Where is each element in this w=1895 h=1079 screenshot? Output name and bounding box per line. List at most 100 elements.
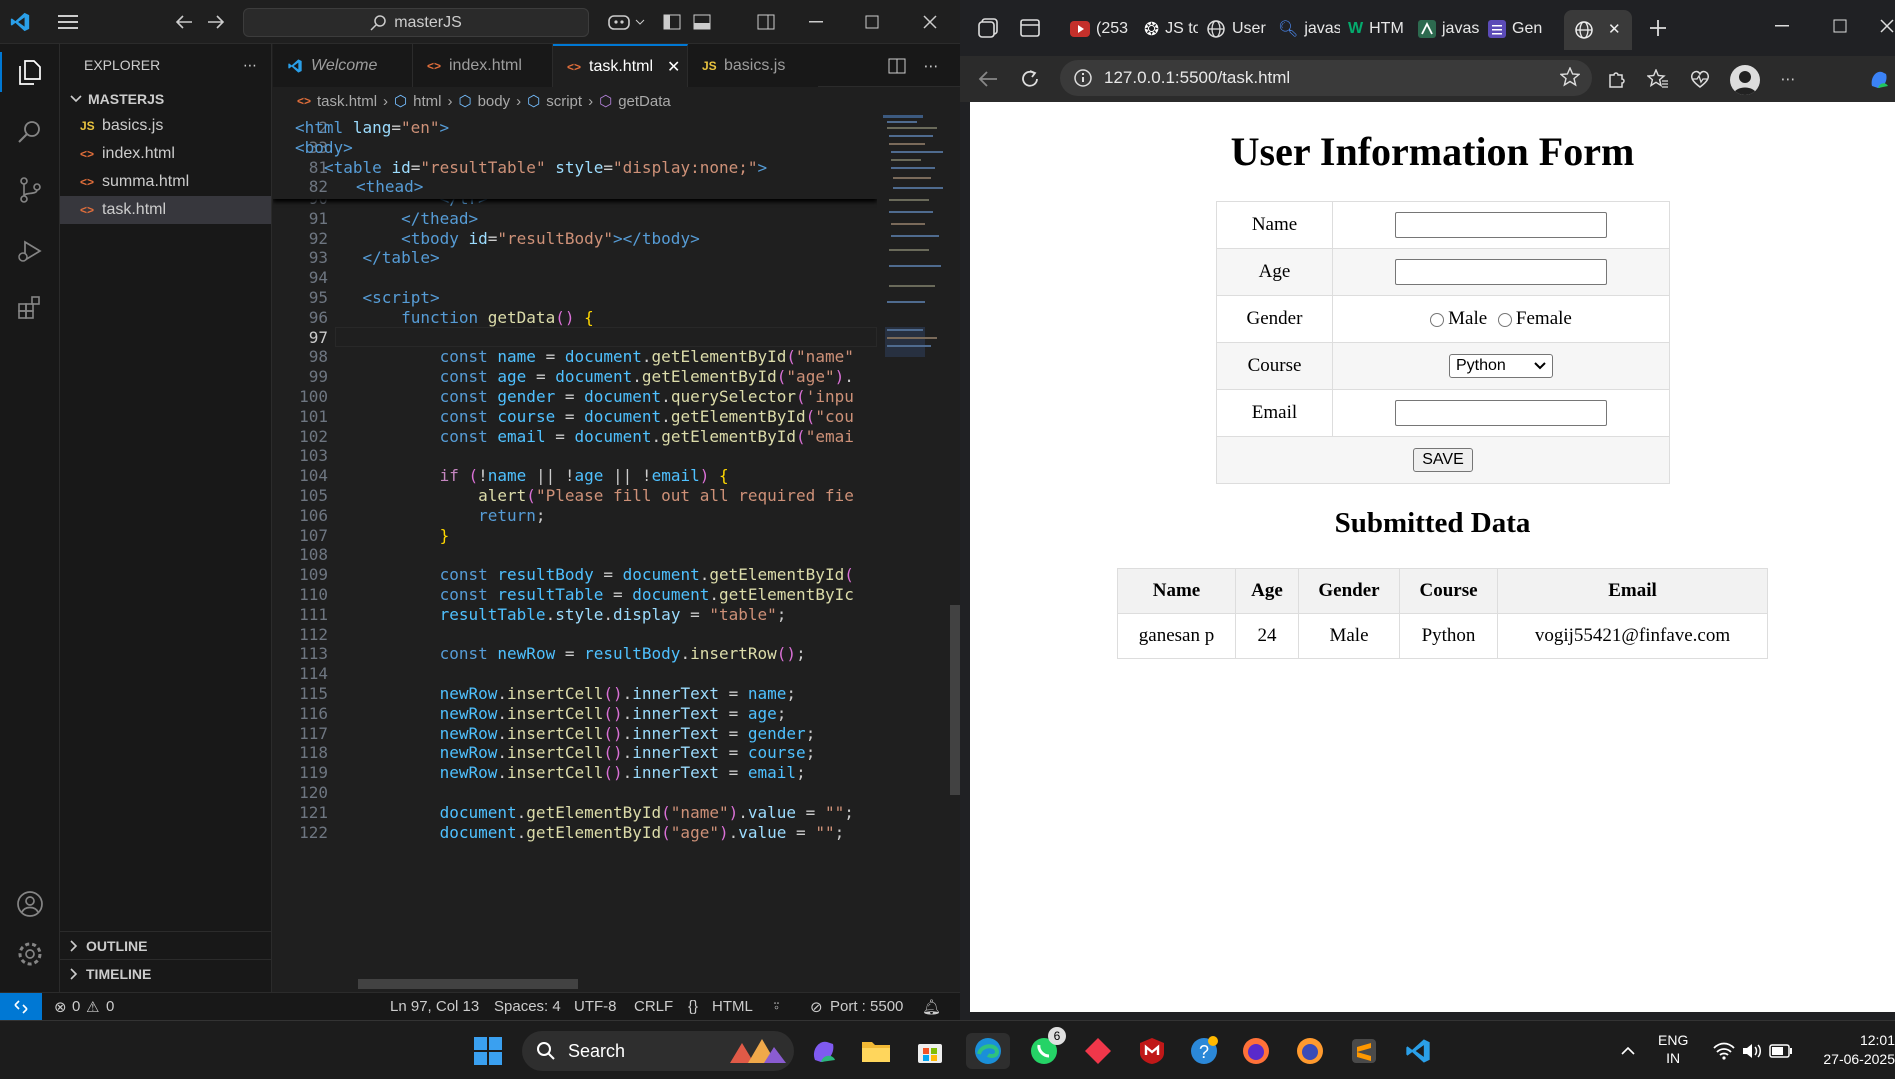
chevron-up-icon[interactable] — [1610, 1033, 1646, 1069]
toggle-primary-sidebar-icon[interactable] — [660, 10, 684, 34]
settings-gear-icon[interactable] — [14, 938, 46, 970]
language-indicator[interactable]: ENG IN — [1658, 1031, 1688, 1067]
volume-icon[interactable] — [1740, 1033, 1764, 1069]
firefox-dev-icon[interactable] — [1292, 1033, 1328, 1069]
close-icon[interactable] — [1880, 14, 1894, 38]
back-arrow-icon[interactable] — [976, 67, 1000, 91]
code-line[interactable]: const gender = document.querySelector('i… — [324, 387, 854, 406]
browser-tab-gen[interactable]: Gen — [1488, 14, 1546, 44]
more-actions-icon[interactable]: ⋯ — [919, 54, 943, 78]
file-summa-html[interactable]: <> summa.html — [60, 168, 271, 196]
code-line[interactable]: document.getElementById("age").value = "… — [324, 823, 845, 842]
copilot-icon[interactable] — [604, 10, 634, 34]
file-basics-js[interactable]: JS basics.js — [60, 112, 271, 140]
command-center-search[interactable]: masterJS — [243, 8, 589, 37]
notifications-bell-icon[interactable]: 🔔︎ — [922, 998, 941, 1016]
outline-section[interactable]: OUTLINE — [60, 931, 272, 959]
battery-icon[interactable] — [1768, 1033, 1794, 1069]
browser-tab-javas-1[interactable]: 🔍︎ javas — [1278, 14, 1340, 44]
copilot-status-icon[interactable]: ⍤ — [772, 998, 781, 1015]
save-button[interactable]: SAVE — [1413, 448, 1473, 472]
vertical-scrollbar[interactable] — [949, 115, 960, 1040]
code-line[interactable]: alert("Please fill out all required fie — [324, 486, 854, 505]
windows-start-icon[interactable] — [470, 1033, 506, 1069]
browser-tab-js[interactable]: ❂ JS to — [1144, 14, 1198, 44]
remote-indicator-icon[interactable] — [0, 993, 42, 1021]
copilot-dropdown-icon[interactable] — [634, 10, 646, 34]
back-arrow-icon[interactable] — [172, 10, 196, 34]
close-tab-icon[interactable]: ✕ — [667, 57, 680, 77]
file-index-html[interactable]: <> index.html — [60, 140, 271, 168]
wifi-icon[interactable] — [1712, 1033, 1736, 1069]
sticky-scroll[interactable]: 2 <html lang="en"> 33 <body> 81 <table id="re… — [273, 115, 877, 199]
indentation[interactable]: Spaces: 4 — [494, 998, 561, 1015]
code-line[interactable]: const newRow = resultBody.insertRow(); — [324, 644, 806, 663]
tab-actions-icon[interactable] — [1018, 16, 1042, 40]
tab-welcome[interactable]: Welcome — [273, 44, 413, 87]
folder-masterjs[interactable]: MASTERJS — [60, 86, 271, 112]
info-icon[interactable] — [1074, 69, 1092, 87]
code-line[interactable]: document.getElementById("name").value = … — [324, 803, 854, 822]
tab-basics-js[interactable]: JS basics.js — [688, 44, 818, 87]
breadcrumb-item[interactable]: getData — [618, 93, 671, 110]
cursor-position[interactable]: Ln 97, Col 13 — [390, 998, 479, 1015]
browser-tab-html[interactable]: W HTM — [1348, 14, 1410, 44]
code-line[interactable]: return; — [324, 506, 545, 525]
explorer-icon[interactable] — [14, 56, 46, 88]
breadcrumb-item[interactable]: task.html — [317, 93, 377, 110]
tab-task-html[interactable]: <> task.html ✕ — [553, 44, 688, 87]
warning-icon[interactable]: ⚠ — [86, 998, 99, 1016]
code-line[interactable]: function getData() { — [324, 308, 594, 327]
code-line[interactable]: } — [324, 526, 450, 545]
code-line[interactable]: <tbody id="resultBody"></tbody> — [324, 229, 700, 248]
help-icon[interactable]: ? — [1186, 1033, 1222, 1069]
run-debug-icon[interactable] — [14, 234, 46, 266]
new-tab-plus-icon[interactable] — [1646, 16, 1670, 40]
file-explorer-icon[interactable] — [858, 1033, 894, 1069]
favorites-icon[interactable] — [1646, 67, 1670, 91]
timeline-section[interactable]: TIMELINE — [60, 959, 272, 987]
browser-tab-youtube[interactable]: (253 — [1070, 14, 1134, 44]
toggle-secondary-sidebar-icon[interactable] — [754, 10, 778, 34]
source-control-icon[interactable] — [14, 174, 46, 206]
errors-count[interactable]: 0 — [72, 998, 80, 1015]
microsoft-store-icon[interactable] — [912, 1033, 948, 1069]
minimap[interactable] — [879, 115, 949, 1040]
code-line[interactable]: newRow.insertCell().innerText = age; — [324, 704, 787, 723]
browser-tab-user[interactable]: User — [1206, 14, 1268, 44]
line-ending[interactable]: CRLF — [634, 998, 673, 1015]
female-radio[interactable] — [1497, 312, 1512, 327]
encoding[interactable]: UTF-8 — [574, 998, 617, 1015]
edge-app-icon[interactable] — [966, 1033, 1010, 1069]
errors-icon[interactable]: ⊗ — [54, 998, 67, 1016]
age-input[interactable] — [1395, 259, 1607, 285]
code-line[interactable]: newRow.insertCell().innerText = name; — [324, 684, 796, 703]
code-line[interactable]: const email = document.getElementById("e… — [324, 427, 854, 446]
code-line[interactable]: resultTable.style.display = "table"; — [324, 605, 787, 624]
scrollbar-thumb[interactable] — [950, 605, 960, 795]
maximize-icon[interactable] — [860, 10, 884, 34]
code-line[interactable]: newRow.insertCell().innerText = email; — [324, 763, 806, 782]
menu-icon[interactable] — [56, 10, 80, 34]
address-bar[interactable]: 127.0.0.1:5500/task.html — [1060, 60, 1592, 96]
code-line[interactable]: const age = document.getElementById("age… — [324, 367, 854, 386]
extensions-icon[interactable] — [14, 292, 46, 324]
code-line[interactable]: const resultBody = document.getElementBy… — [324, 565, 854, 584]
app-diamond-icon[interactable] — [1080, 1033, 1116, 1069]
more-actions-icon[interactable]: ⋯ — [243, 57, 257, 74]
close-tab-icon[interactable]: ✕ — [1608, 20, 1621, 38]
code-line[interactable]: const resultTable = document.getElementB… — [324, 585, 854, 604]
file-task-html[interactable]: <> task.html — [60, 196, 271, 224]
breadcrumb-item[interactable]: html — [413, 93, 441, 110]
code-line[interactable]: if (!name || !age || !email) { — [324, 466, 729, 485]
browser-tab-active[interactable]: ✕ — [1564, 10, 1632, 50]
code-line[interactable]: </thead> — [324, 209, 478, 228]
sticky-code-line[interactable]: <body> — [295, 138, 353, 157]
code-line[interactable]: const name = document.getElementById("na… — [324, 347, 854, 366]
sticky-code-line[interactable]: <html lang="en"> — [295, 118, 449, 137]
tab-index-html[interactable]: <> index.html — [413, 44, 553, 87]
workspaces-icon[interactable] — [976, 16, 1000, 40]
breadcrumb-item[interactable]: body — [478, 93, 511, 110]
favorite-star-icon[interactable] — [1560, 67, 1580, 87]
settings-more-icon[interactable]: ⋯ — [1776, 67, 1800, 91]
